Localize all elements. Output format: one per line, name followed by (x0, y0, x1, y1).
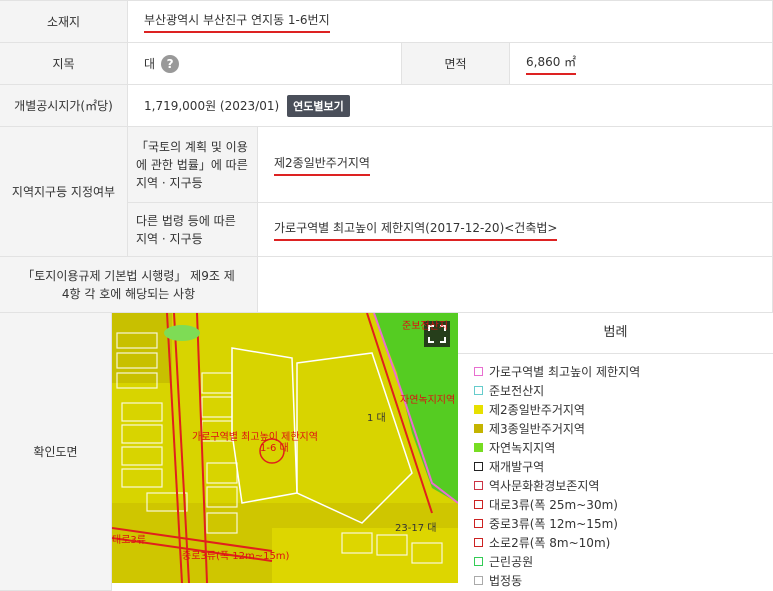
legend-swatch-icon (474, 424, 483, 433)
location-value: 부산광역시 부산진구 연지동 1-6번지 (128, 0, 773, 43)
legend-swatch-icon (474, 576, 483, 585)
legend-item-label: 제2종일반주거지역 (489, 403, 585, 417)
regulation-label: 「토지이용규제 기본법 시행령」 제9조 제4항 각 호에 해당되는 사항 (0, 257, 258, 313)
legend-item: 재개발구역 (474, 457, 773, 476)
legend-swatch-icon (474, 519, 483, 528)
legend-item: 역사문화환경보존지역 (474, 476, 773, 495)
land-category-label-text: 지목 (52, 57, 75, 71)
legend-item-label: 자연녹지지역 (489, 441, 556, 455)
legend-item: 제3종일반주거지역 (474, 419, 773, 438)
location-label-text: 소재지 (46, 15, 81, 29)
zoning-sub2-text: 가로구역별 최고높이 제한지역(2017-12-20)<건축법> (274, 219, 558, 241)
map-confirm-label: 확인도면 (0, 313, 112, 591)
legend-item-label: 대로3류(폭 25m~30m) (489, 498, 618, 512)
area-text: 6,860 ㎡ (526, 53, 577, 75)
map-label-parcel-1: 1 대 (367, 412, 386, 424)
legend-item: 제2종일반주거지역 (474, 400, 773, 419)
legend-swatch-icon (474, 443, 483, 452)
map-graphic: 가로구역별 최고높이 제한지역 1-6 대 1 대 23-17 대 준보전산지 … (112, 313, 458, 583)
map-label-park: 자연녹지지역 (400, 394, 455, 406)
legend-item-label: 소로2류(폭 8m~10m) (489, 536, 611, 550)
legend-item: 가로구역별 최고높이 제한지역 (474, 362, 773, 381)
legend-item-label: 역사문화환경보존지역 (489, 479, 600, 493)
legend-swatch-icon (474, 462, 483, 471)
legend-list: 가로구역별 최고높이 제한지역준보전산지제2종일반주거지역제3종일반주거지역자연… (458, 354, 773, 590)
legend-item: 준보전산지 (474, 381, 773, 400)
legend-item: 소로2류(폭 8m~10m) (474, 533, 773, 552)
regulation-label-text: 「토지이용규제 기본법 시행령」 제9조 제4항 각 호에 해당되는 사항 (22, 268, 235, 301)
yearly-view-button[interactable]: 연도별보기 (287, 94, 350, 117)
legend-swatch-icon (474, 367, 483, 376)
location-label: 소재지 (0, 0, 128, 43)
location-text: 부산광역시 부산진구 연지동 1-6번지 (144, 11, 330, 33)
map-label-top-right: 준보전산지 (402, 320, 448, 332)
map-label-center-zone: 가로구역별 최고높이 제한지역 (192, 431, 318, 443)
zoning-sub2-value: 가로구역별 최고높이 제한지역(2017-12-20)<건축법> (258, 203, 773, 257)
official-price-value: 1,719,000원 (2023/01) 연도별보기 (128, 85, 773, 127)
land-category-text: 대 (144, 57, 156, 71)
legend-swatch-icon (474, 481, 483, 490)
official-price-text: 1,719,000원 (2023/01) (144, 99, 280, 113)
legend-item: 대로3류(폭 25m~30m) (474, 495, 773, 514)
zoning-label: 지역지구등 지정여부 (0, 127, 128, 257)
zoning-sub2-label-text: 다른 법령 등에 따른 지역 · 지구등 (136, 213, 236, 246)
official-price-label-text: 개별공시지가(㎡당) (14, 99, 113, 113)
map-label-parcel-2317: 23-17 대 (395, 522, 436, 534)
legend-swatch-icon (474, 500, 483, 509)
map-label-road-left: 대로3류 (112, 534, 146, 546)
help-icon[interactable]: ? (161, 54, 180, 73)
legend-swatch-icon (474, 405, 483, 414)
land-info-table: 소재지 부산광역시 부산진구 연지동 1-6번지 지목 대 ? 면적 6,860… (0, 0, 773, 591)
map-label-center-parcel: 1-6 대 (260, 442, 289, 454)
map-label-road-bottom: 중로3류(폭 12m~15m) (182, 550, 290, 562)
zoning-sub2-label: 다른 법령 등에 따른 지역 · 지구등 (128, 203, 258, 257)
zoning-sub1-value: 제2종일반주거지역 (258, 127, 773, 203)
legend-swatch-icon (474, 386, 483, 395)
legend-item: 근린공원 (474, 552, 773, 571)
regulation-value (258, 257, 773, 313)
zoning-label-text: 지역지구등 지정여부 (11, 185, 116, 199)
zoning-map[interactable]: 가로구역별 최고높이 제한지역 1-6 대 1 대 23-17 대 준보전산지 … (112, 313, 458, 583)
land-category-value: 대 ? (128, 43, 402, 85)
legend-title: 범례 (458, 313, 773, 354)
map-confirm-label-text: 확인도면 (33, 445, 78, 459)
legend-item-label: 근린공원 (489, 555, 534, 569)
legend-swatch-icon (474, 557, 483, 566)
legend-item-label: 가로구역별 최고높이 제한지역 (489, 365, 641, 379)
legend-item-label: 중로3류(폭 12m~15m) (489, 517, 618, 531)
area-value: 6,860 ㎡ (510, 43, 773, 85)
legend-item: 자연녹지지역 (474, 438, 773, 457)
legend-item: 법정동 (474, 571, 773, 590)
area-label-text: 면적 (444, 57, 467, 71)
zoning-sub1-label: 「국토의 계획 및 이용에 관한 법률」에 따른 지역 · 지구등 (128, 127, 258, 203)
zoning-sub1-text: 제2종일반주거지역 (274, 154, 370, 176)
land-category-label: 지목 (0, 43, 128, 85)
legend-item-label: 재개발구역 (489, 460, 545, 474)
legend-item-label: 법정동 (489, 574, 523, 588)
legend-swatch-icon (474, 538, 483, 547)
zoning-sub1-label-text: 「국토의 계획 및 이용에 관한 법률」에 따른 지역 · 지구등 (136, 139, 248, 190)
legend-item-label: 준보전산지 (489, 384, 545, 398)
official-price-label: 개별공시지가(㎡당) (0, 85, 128, 127)
legend-item-label: 제3종일반주거지역 (489, 422, 585, 436)
legend-item: 중로3류(폭 12m~15m) (474, 514, 773, 533)
map-legend: 범례 가로구역별 최고높이 제한지역준보전산지제2종일반주거지역제3종일반주거지… (458, 313, 773, 591)
area-label: 면적 (402, 43, 510, 85)
